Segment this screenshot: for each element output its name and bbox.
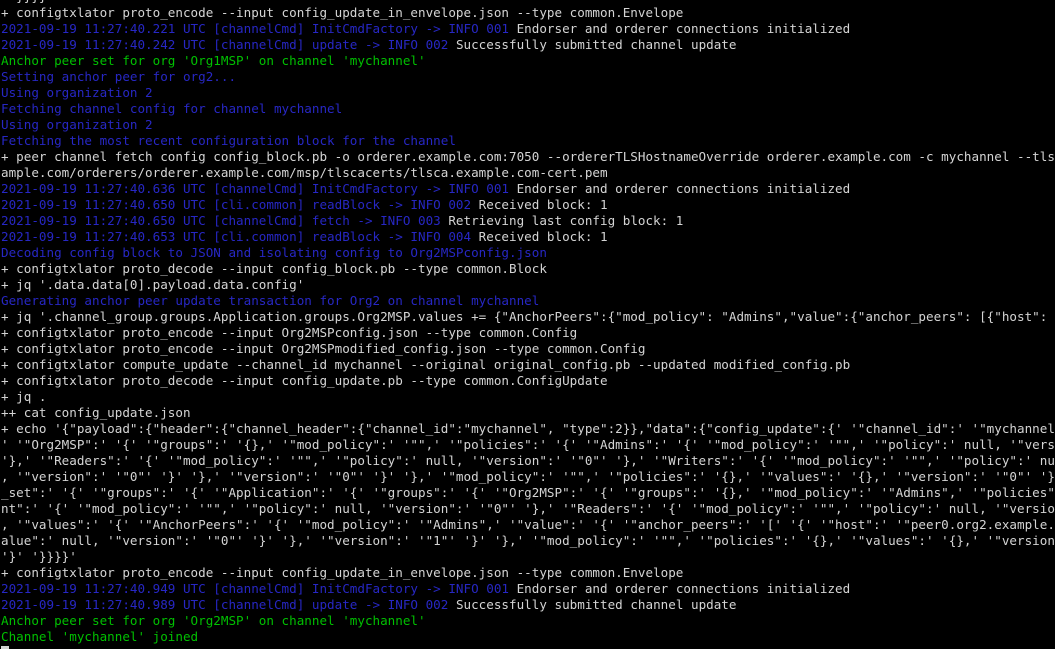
log-prefix: 2021-09-19 11:27:40.949 UTC [channelCmd]… xyxy=(1,581,517,596)
terminal-line: '},' '"Readers":' '{' '"mod_policy":' '"… xyxy=(0,453,1055,469)
success-text: Anchor peer set for org 'Org1MSP' on cha… xyxy=(1,53,426,68)
terminal-line: + configtxlator proto_encode --input con… xyxy=(0,5,1055,21)
shell-command-text: + configtxlator proto_decode --input con… xyxy=(1,373,608,388)
terminal-line: + jq '.data.data[0].payload.data.config' xyxy=(0,277,1055,293)
shell-command-text: '},' '"Readers":' '{' '"mod_policy":' '"… xyxy=(1,453,1055,468)
terminal-line: ++ cat config_update.json xyxy=(0,405,1055,421)
shell-command-text: ample.com/orderers/orderer.example.com/m… xyxy=(1,165,608,180)
terminal-line: 2021-09-19 11:27:40.636 UTC [channelCmd]… xyxy=(0,181,1055,197)
terminal-line: _set":' '{' '"groups":' '{' '"Applicatio… xyxy=(0,485,1055,501)
shell-command-text: + configtxlator proto_encode --input con… xyxy=(1,5,684,20)
shell-command-text: '}' '}}}}' xyxy=(1,549,77,564)
terminal-line: Using organization 2 xyxy=(0,117,1055,133)
shell-command-text: + jq '.channel_group.groups.Application.… xyxy=(1,309,1055,324)
shell-command-text: + configtxlator proto_decode --input con… xyxy=(1,261,547,276)
terminal-line xyxy=(0,645,1055,649)
log-prefix: 2021-09-19 11:27:40.989 UTC [channelCmd]… xyxy=(1,597,456,612)
terminal-line: 2021-09-19 11:27:40.650 UTC [cli.common]… xyxy=(0,197,1055,213)
info-text: Generating anchor peer update transactio… xyxy=(1,293,540,308)
shell-command-text: + configtxlator proto_encode --input Org… xyxy=(1,325,578,340)
terminal-line: Channel 'mychannel' joined xyxy=(0,629,1055,645)
shell-command-text: ' '"Org2MSP":' '{' '"groups":' '{},' '"m… xyxy=(1,437,1055,452)
terminal-output-screen: ' }}}}'+ configtxlator proto_encode --in… xyxy=(0,0,1055,649)
terminal-line: Fetching channel config for channel mych… xyxy=(0,101,1055,117)
terminal-line: Anchor peer set for org 'Org1MSP' on cha… xyxy=(0,53,1055,69)
terminal-line: Decoding config block to JSON and isolat… xyxy=(0,245,1055,261)
info-text: Using organization 2 xyxy=(1,85,153,100)
log-prefix: 2021-09-19 11:27:40.636 UTC [channelCmd]… xyxy=(1,181,517,196)
log-message: Successfully submitted channel update xyxy=(455,37,737,52)
terminal-line: 2021-09-19 11:27:40.949 UTC [channelCmd]… xyxy=(0,581,1055,597)
log-prefix: 2021-09-19 11:27:40.242 UTC [channelCmd]… xyxy=(1,37,456,52)
terminal-line: 2021-09-19 11:27:40.242 UTC [channelCmd]… xyxy=(0,37,1055,53)
log-prefix: 2021-09-19 11:27:40.650 UTC [channelCmd]… xyxy=(1,213,449,228)
terminal-line: + configtxlator compute_update --channel… xyxy=(0,357,1055,373)
log-prefix: 2021-09-19 11:27:40.221 UTC [channelCmd]… xyxy=(1,21,517,36)
terminal-line: 2021-09-19 11:27:40.221 UTC [channelCmd]… xyxy=(0,21,1055,37)
shell-command-text: ++ cat config_update.json xyxy=(1,405,191,420)
log-message: Endorser and orderer connections initial… xyxy=(516,581,851,596)
terminal-line: + jq . xyxy=(0,389,1055,405)
shell-command-text: + jq . xyxy=(1,389,47,404)
shell-command-text: alue":' null, '"version":' '"0"' '}' '},… xyxy=(1,533,1055,548)
terminal-line: Using organization 2 xyxy=(0,85,1055,101)
terminal-line: Anchor peer set for org 'Org2MSP' on cha… xyxy=(0,613,1055,629)
terminal-line: 2021-09-19 11:27:40.989 UTC [channelCmd]… xyxy=(0,597,1055,613)
terminal-line: + configtxlator proto_encode --input Org… xyxy=(0,341,1055,357)
terminal-line: , '"version":' '"0"' '}' '},' '"version"… xyxy=(0,469,1055,485)
log-message: Successfully submitted channel update xyxy=(455,597,737,612)
info-text: Fetching the most recent configuration b… xyxy=(1,133,456,148)
success-text: Anchor peer set for org 'Org2MSP' on cha… xyxy=(1,613,426,628)
shell-command-text: , '"version":' '"0"' '}' '},' '"version"… xyxy=(1,469,1055,484)
terminal-line: + peer channel fetch config config_block… xyxy=(0,149,1055,165)
terminal-line: Fetching the most recent configuration b… xyxy=(0,133,1055,149)
shell-command-text: + jq '.data.data[0].payload.data.config' xyxy=(1,277,305,292)
log-message: Received block: 1 xyxy=(478,197,608,212)
terminal-line: + configtxlator proto_encode --input con… xyxy=(0,565,1055,581)
shell-command-text: , '"values":' '{' '"AnchorPeers":' '{' '… xyxy=(1,517,1055,532)
log-message: Endorser and orderer connections initial… xyxy=(516,181,851,196)
terminal-line: Generating anchor peer update transactio… xyxy=(0,293,1055,309)
terminal-line: ' '"Org2MSP":' '{' '"groups":' '{},' '"m… xyxy=(0,437,1055,453)
info-text: Decoding config block to JSON and isolat… xyxy=(1,245,547,260)
log-prefix: 2021-09-19 11:27:40.650 UTC [cli.common]… xyxy=(1,197,479,212)
terminal-line: 2021-09-19 11:27:40.650 UTC [channelCmd]… xyxy=(0,213,1055,229)
terminal-line: '}' '}}}}' xyxy=(0,549,1055,565)
success-text: Channel 'mychannel' joined xyxy=(1,629,199,644)
terminal-line: 2021-09-19 11:27:40.653 UTC [cli.common]… xyxy=(0,229,1055,245)
terminal-line: + jq '.channel_group.groups.Application.… xyxy=(0,309,1055,325)
terminal-line: + configtxlator proto_decode --input con… xyxy=(0,373,1055,389)
terminal-line: Setting anchor peer for org2... xyxy=(0,69,1055,85)
terminal-line: alue":' null, '"version":' '"0"' '}' '},… xyxy=(0,533,1055,549)
info-text: Setting anchor peer for org2... xyxy=(1,69,237,84)
shell-command-text: + peer channel fetch config config_block… xyxy=(1,149,1055,164)
terminal-window[interactable]: ' }}}}'+ configtxlator proto_encode --in… xyxy=(0,0,1055,649)
log-message: Endorser and orderer connections initial… xyxy=(516,21,851,36)
info-text: Fetching channel config for channel mych… xyxy=(1,101,343,116)
log-prefix: 2021-09-19 11:27:40.653 UTC [cli.common]… xyxy=(1,229,479,244)
terminal-line: + configtxlator proto_encode --input Org… xyxy=(0,325,1055,341)
shell-command-text: + configtxlator proto_encode --input Org… xyxy=(1,341,646,356)
terminal-line: nt":' '{' '"mod_policy":' '"",' '"policy… xyxy=(0,501,1055,517)
log-message: Retrieving last config block: 1 xyxy=(448,213,684,228)
shell-command-text: ' }}}}' xyxy=(1,0,54,4)
shell-command-text: + echo '{"payload":{"header":{"channel_h… xyxy=(1,421,1055,436)
shell-command-text: _set":' '{' '"groups":' '{' '"Applicatio… xyxy=(1,485,1055,500)
info-text: Using organization 2 xyxy=(1,117,153,132)
shell-command-text: + configtxlator proto_encode --input con… xyxy=(1,565,684,580)
terminal-line: , '"values":' '{' '"AnchorPeers":' '{' '… xyxy=(0,517,1055,533)
shell-command-text: nt":' '{' '"mod_policy":' '"",' '"policy… xyxy=(1,501,1055,516)
log-message: Received block: 1 xyxy=(478,229,608,244)
terminal-line: + configtxlator proto_decode --input con… xyxy=(0,261,1055,277)
shell-command-text: + configtxlator compute_update --channel… xyxy=(1,357,851,372)
terminal-line: + echo '{"payload":{"header":{"channel_h… xyxy=(0,421,1055,437)
terminal-line: ample.com/orderers/orderer.example.com/m… xyxy=(0,165,1055,181)
